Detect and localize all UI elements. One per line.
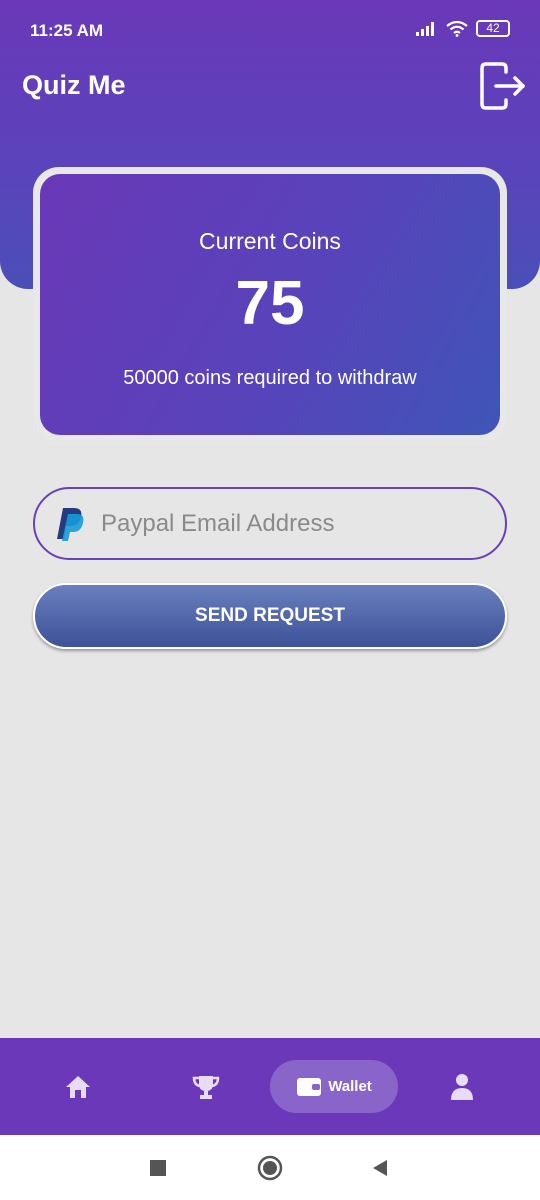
recent-apps-icon (150, 1160, 166, 1176)
nav-wallet[interactable]: Wallet (270, 1060, 398, 1113)
system-home-button[interactable] (257, 1155, 283, 1181)
withdraw-requirement: 50000 coins required to withdraw (123, 367, 417, 389)
app-title: Quiz Me (22, 70, 126, 100)
recent-apps-button[interactable] (145, 1155, 171, 1181)
status-time: 11:25 AM (30, 21, 104, 40)
status-bar: 11:25 AM 42 (0, 0, 540, 60)
logout-button[interactable] (476, 60, 528, 112)
nav-leaderboard[interactable] (176, 1038, 236, 1135)
battery-icon: 42 (476, 20, 510, 37)
wifi-icon (446, 20, 468, 37)
trophy-icon (192, 1075, 220, 1099)
logout-icon (480, 62, 525, 110)
back-icon (373, 1160, 387, 1176)
nav-wallet-label: Wallet (328, 1078, 372, 1095)
paypal-icon (57, 507, 84, 541)
system-back-button[interactable] (367, 1155, 393, 1181)
bottom-nav: Wallet (0, 1038, 540, 1135)
system-nav-bar (0, 1135, 540, 1200)
paypal-email-field[interactable] (33, 487, 507, 560)
nav-home[interactable] (48, 1038, 108, 1135)
send-request-button[interactable]: SEND REQUEST (33, 583, 507, 649)
paypal-email-input[interactable] (101, 509, 481, 538)
coin-label: Current Coins (199, 228, 341, 254)
home-circle-icon (257, 1155, 283, 1181)
profile-icon (451, 1073, 473, 1100)
home-icon (66, 1075, 90, 1098)
wallet-icon (297, 1077, 322, 1096)
nav-profile[interactable] (432, 1038, 492, 1135)
coin-card: Current Coins 75 50000 coins required to… (40, 174, 500, 435)
status-icons: 42 (416, 20, 510, 37)
signal-icon (416, 21, 434, 36)
coin-value: 75 (235, 269, 305, 338)
